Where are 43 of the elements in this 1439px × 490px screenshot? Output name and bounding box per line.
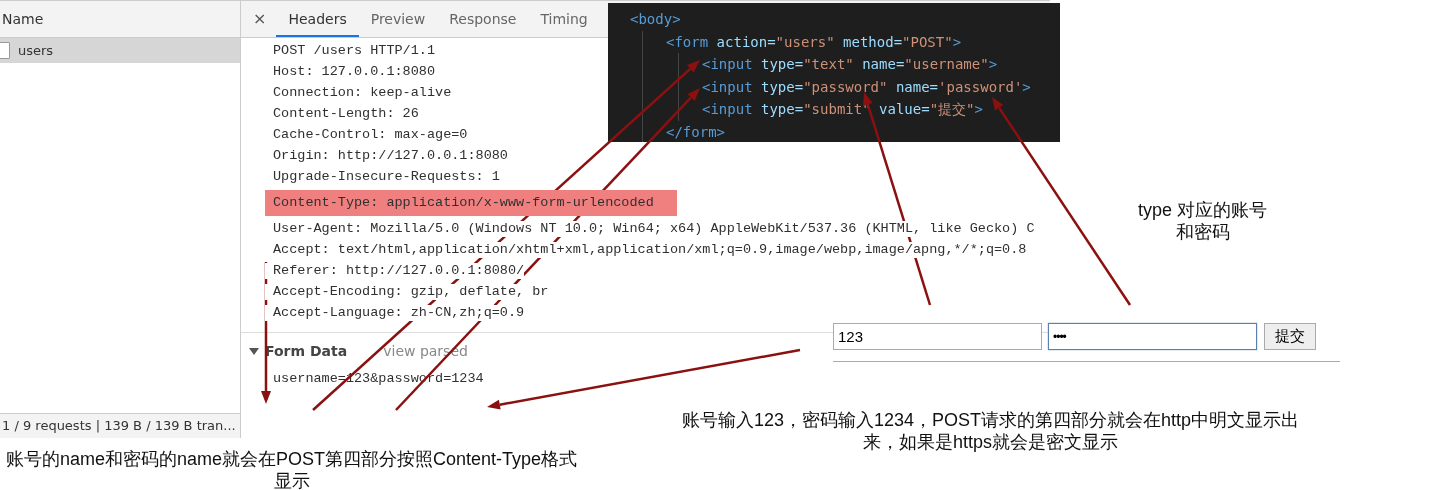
close-icon[interactable]: × bbox=[251, 1, 277, 37]
annotation-text: type 对应的账号 和密码 bbox=[1138, 199, 1268, 243]
code-token: name= bbox=[895, 78, 939, 95]
code-token: "提交" bbox=[929, 101, 975, 117]
code-token: <input bbox=[702, 78, 753, 95]
tab[interactable]: Headers bbox=[276, 1, 359, 37]
code-token: "username" bbox=[904, 56, 989, 72]
code-token: name= bbox=[862, 56, 905, 72]
code-token: > bbox=[952, 33, 962, 50]
code-token: type= bbox=[761, 56, 804, 72]
password-field[interactable]: •••• bbox=[1048, 323, 1257, 350]
tab[interactable]: Timing bbox=[528, 1, 600, 37]
column-header: Name bbox=[0, 1, 240, 38]
code-token: type= bbox=[761, 78, 804, 95]
code-token: > bbox=[1022, 78, 1031, 95]
code-token: value= bbox=[879, 101, 930, 117]
annotation-text: 账号输入123，密码输入1234，POST请求的第四部分就会在http中明文显示出 来，如果是https就会是密文显示 bbox=[682, 409, 1300, 453]
code-token: </form> bbox=[666, 123, 725, 140]
code-token: <form bbox=[666, 33, 709, 50]
code-token: "password" bbox=[803, 78, 888, 95]
code-token: > bbox=[988, 56, 998, 72]
request-row[interactable]: users bbox=[0, 38, 240, 63]
code-token: "POST" bbox=[902, 33, 953, 50]
code-token: 'password' bbox=[938, 78, 1023, 95]
code-token: <input bbox=[702, 101, 753, 117]
code-token: "text" bbox=[803, 56, 854, 72]
code-token: <input bbox=[702, 56, 753, 72]
code-token: type= bbox=[761, 101, 804, 117]
annotation-text: 账号的name和密码的name就会在POST第四部分按照Content-Type格式 显示 bbox=[6, 448, 578, 490]
submit-button[interactable]: 提交 bbox=[1264, 323, 1316, 350]
code-token: action= bbox=[716, 33, 776, 50]
code-token: method= bbox=[843, 33, 903, 50]
code-token: > bbox=[974, 101, 983, 117]
code-token: "submit" bbox=[803, 101, 871, 117]
status-bar: 1 / 9 requests | 139 B / 139 B tran... bbox=[0, 413, 240, 438]
code-token: <body> bbox=[630, 11, 681, 27]
document-icon bbox=[0, 42, 10, 59]
tab[interactable]: Response bbox=[437, 1, 529, 37]
request-name: users bbox=[18, 43, 54, 58]
disclosure-triangle-icon[interactable] bbox=[249, 347, 259, 355]
code-token: "users" bbox=[775, 33, 835, 50]
tab[interactable]: Preview bbox=[358, 1, 438, 37]
username-field[interactable]: 123 bbox=[833, 323, 1042, 350]
